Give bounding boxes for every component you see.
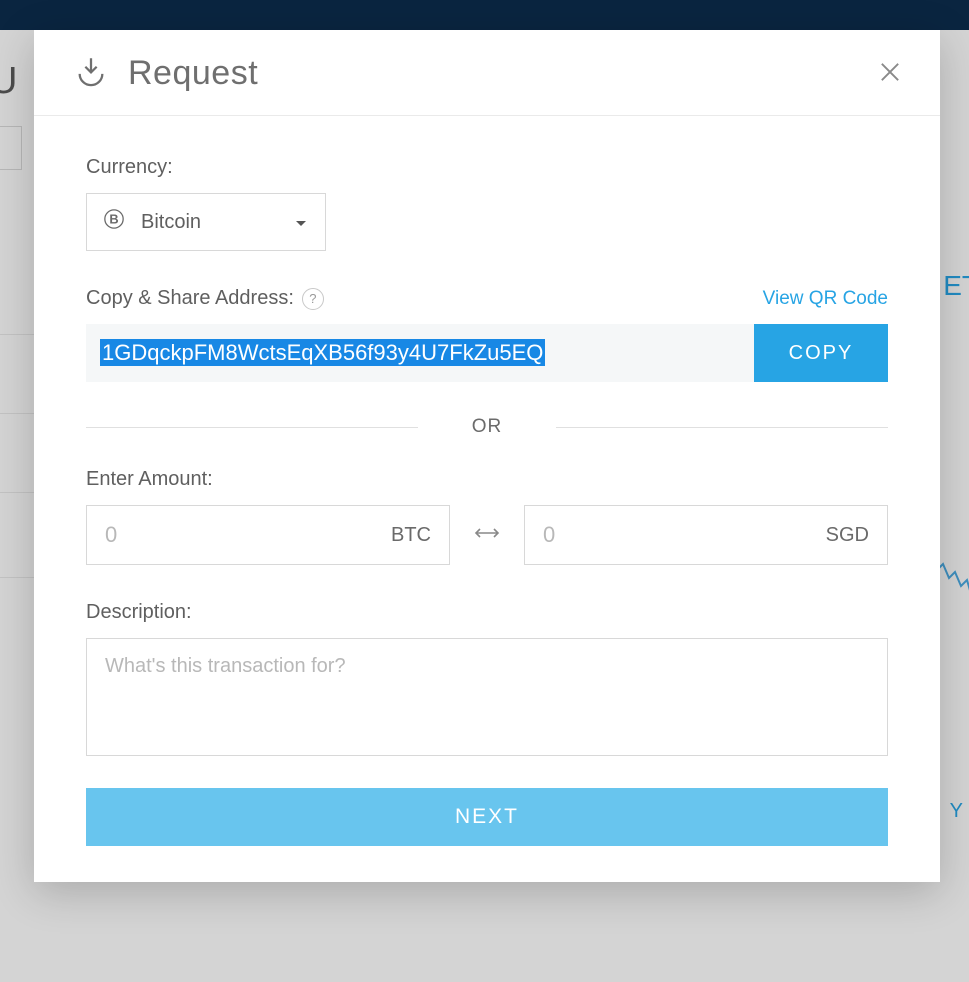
app-top-bar	[0, 0, 969, 30]
close-button[interactable]	[876, 58, 904, 91]
description-label: Description:	[86, 601, 888, 624]
swap-icon[interactable]	[474, 522, 500, 548]
close-icon	[876, 58, 904, 86]
request-modal: Request Currency: B Bitcoin	[34, 30, 940, 882]
address-display[interactable]: 1GDqckpFM8WctsEqXB56f93y4U7FkZu5EQ	[86, 324, 754, 382]
description-field[interactable]	[105, 655, 869, 739]
address-label: Copy & Share Address: ?	[86, 287, 324, 310]
bitcoin-icon: B	[103, 208, 125, 236]
description-box[interactable]	[86, 638, 888, 756]
divider-line	[86, 427, 418, 428]
amount-fiat-unit: SGD	[826, 524, 869, 547]
divider-text: OR	[418, 416, 557, 438]
request-receive-icon	[74, 54, 108, 93]
amount-crypto-field[interactable]	[105, 522, 391, 548]
chevron-down-icon	[295, 211, 307, 234]
svg-text:B: B	[109, 212, 118, 227]
amount-fiat-field[interactable]	[543, 522, 826, 548]
amount-label: Enter Amount:	[86, 468, 888, 491]
modal-body: Currency: B Bitcoin Copy & Share Address…	[34, 116, 940, 882]
address-label-text: Copy & Share Address:	[86, 287, 294, 310]
modal-title: Request	[128, 54, 258, 93]
currency-select[interactable]: B Bitcoin	[86, 193, 326, 251]
copy-button[interactable]: COPY	[754, 324, 888, 382]
divider-line	[556, 427, 888, 428]
or-divider: OR	[86, 416, 888, 438]
next-button[interactable]: NEXT	[86, 788, 888, 846]
currency-selected-value: Bitcoin	[141, 211, 201, 234]
amount-crypto-unit: BTC	[391, 524, 431, 547]
amount-input-fiat[interactable]: SGD	[524, 505, 888, 565]
modal-header: Request	[34, 30, 940, 116]
address-value: 1GDqckpFM8WctsEqXB56f93y4U7FkZu5EQ	[100, 339, 545, 366]
currency-label: Currency:	[86, 156, 888, 179]
amount-input-crypto[interactable]: BTC	[86, 505, 450, 565]
view-qr-link[interactable]: View QR Code	[763, 288, 888, 310]
help-icon[interactable]: ?	[302, 288, 324, 310]
